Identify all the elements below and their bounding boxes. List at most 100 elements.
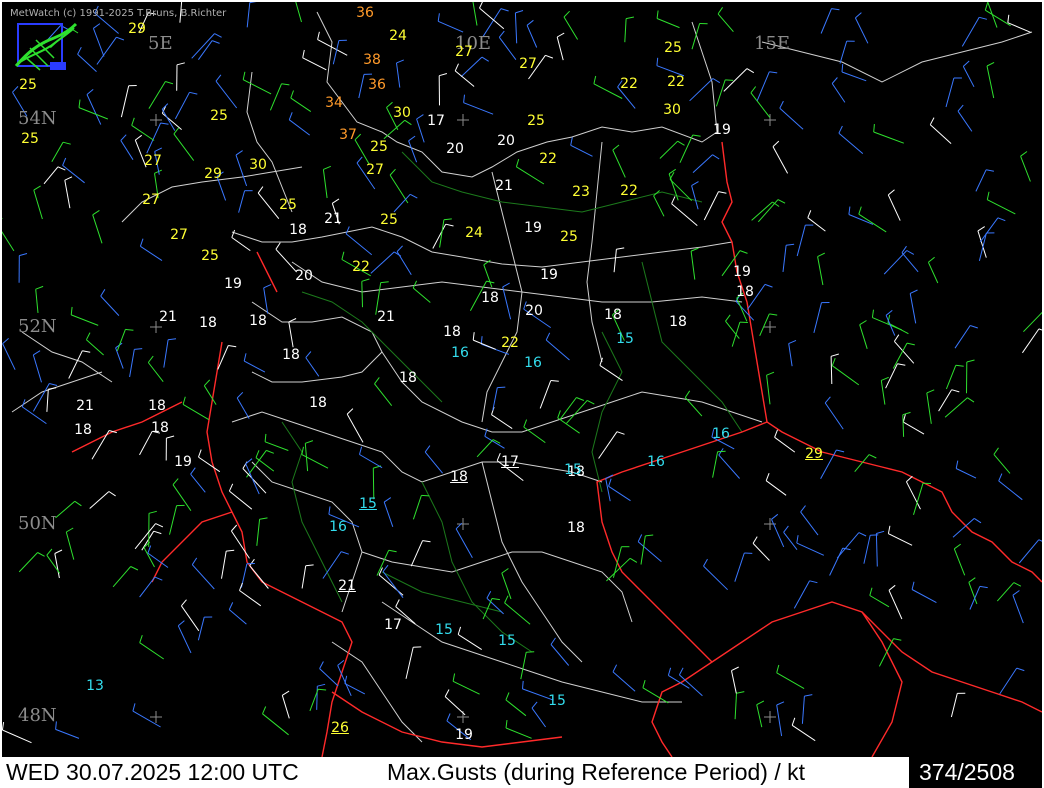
gust-value[interactable]: 22 [501,336,519,350]
gust-value[interactable]: 25 [560,230,578,244]
gust-value[interactable]: 15 [548,694,566,708]
gust-value[interactable]: 18 [669,315,687,329]
wind-barb-feather [608,478,612,487]
gust-value[interactable]: 29 [128,22,146,36]
gust-value[interactable]: 15 [359,497,377,511]
gust-value[interactable]: 27 [170,228,188,242]
gust-value[interactable]: 18 [567,521,585,535]
gust-value[interactable]: 16 [451,346,469,360]
gust-value[interactable]: 22 [620,184,638,198]
gust-value[interactable]: 19 [713,123,731,137]
gust-value[interactable]: 26 [331,721,349,735]
gust-value[interactable]: 19 [174,455,192,469]
wind-barb-staff [545,339,570,361]
gust-value[interactable]: 18 [443,325,461,339]
gust-value[interactable]: 18 [74,423,92,437]
wind-barb-staff [679,674,703,697]
gust-value[interactable]: 17 [427,114,445,128]
gust-value[interactable]: 19 [455,728,473,742]
gust-value[interactable]: 25 [21,132,39,146]
gust-value[interactable]: 22 [539,152,557,166]
gust-value[interactable]: 20 [525,304,543,318]
gust-value[interactable]: 18 [450,470,468,484]
gust-value[interactable]: 38 [363,53,381,67]
gust-value[interactable]: 16 [329,520,347,534]
gust-value[interactable]: 18 [151,421,169,435]
gust-value[interactable]: 25 [380,213,398,227]
gust-value[interactable]: 15 [435,623,453,637]
gust-value[interactable]: 18 [249,314,267,328]
gust-value[interactable]: 21 [159,310,177,324]
gust-value[interactable]: 18 [481,291,499,305]
gust-value[interactable]: 18 [604,308,622,322]
gust-value[interactable]: 27 [144,154,162,168]
gust-value[interactable]: 36 [356,6,374,20]
gust-value[interactable]: 19 [733,265,751,279]
gust-value[interactable]: 34 [325,96,343,110]
gust-value[interactable]: 25 [527,114,545,128]
gust-value[interactable]: 25 [664,41,682,55]
gust-value[interactable]: 25 [370,140,388,154]
gust-value[interactable]: 18 [199,316,217,330]
gust-value[interactable]: 25 [279,198,297,212]
gust-value[interactable]: 30 [663,103,681,117]
gust-value[interactable]: 25 [19,78,37,92]
gust-value[interactable]: 17 [384,618,402,632]
gust-value[interactable]: 25 [201,249,219,263]
gust-value[interactable]: 22 [352,260,370,274]
gust-value[interactable]: 36 [368,78,386,92]
weather-map[interactable]: MetWatch (c) 1991-2025 T.Bruns, B.Richte… [0,0,1044,757]
gust-value[interactable]: 18 [148,399,166,413]
gust-value[interactable]: 27 [366,163,384,177]
wind-barb-feather [906,250,915,255]
gust-value[interactable]: 21 [76,399,94,413]
gust-value[interactable]: 16 [524,356,542,370]
gust-value[interactable]: 16 [647,455,665,469]
gust-value[interactable]: 15 [564,463,582,477]
gust-value[interactable]: 18 [309,396,327,410]
wind-barb-feather [831,358,836,366]
wind-barb-staff [996,582,1015,602]
wind-barb-staff [1021,328,1040,354]
gust-value[interactable]: 15 [616,332,634,346]
gust-value[interactable]: 24 [389,29,407,43]
gust-value[interactable]: 18 [282,348,300,362]
gust-value[interactable]: 15 [498,634,516,648]
gust-value[interactable]: 16 [712,427,730,441]
gust-value[interactable]: 18 [399,371,417,385]
gust-value[interactable]: 18 [736,285,754,299]
gust-value[interactable]: 27 [519,57,537,71]
gust-value[interactable]: 22 [620,77,638,91]
wind-barb-staff [305,357,320,377]
gust-value[interactable]: 30 [393,106,411,120]
wind-barb-staff [830,356,833,385]
gust-value[interactable]: 27 [142,193,160,207]
wind-barb-staff [91,430,110,460]
gust-value[interactable]: 17 [501,455,519,469]
gust-value[interactable]: 24 [465,226,483,240]
gust-value[interactable]: 20 [497,134,515,148]
gust-value[interactable]: 23 [572,185,590,199]
gust-value[interactable]: 25 [210,109,228,123]
gust-value[interactable]: 18 [289,223,307,237]
gust-value[interactable]: 27 [455,45,473,59]
wind-barb-feather [380,281,389,284]
gust-value[interactable]: 21 [377,310,395,324]
gust-value[interactable]: 22 [667,75,685,89]
gust-value[interactable]: 21 [338,579,356,593]
gust-value[interactable]: 19 [524,221,542,235]
gust-value[interactable]: 20 [446,142,464,156]
wind-barb-feather [231,524,238,532]
gust-value[interactable]: 19 [224,277,242,291]
gust-value[interactable]: 13 [86,679,104,693]
gust-value[interactable]: 19 [540,268,558,282]
wind-barb-staff [824,402,844,430]
gust-value[interactable]: 29 [204,167,222,181]
gust-value[interactable]: 29 [805,447,823,461]
wind-barb-feather [1007,14,1010,23]
gust-value[interactable]: 21 [495,179,513,193]
gust-value[interactable]: 20 [295,269,313,283]
gust-value[interactable]: 30 [249,158,267,172]
gust-value[interactable]: 37 [339,128,357,142]
gust-value[interactable]: 21 [324,212,342,226]
